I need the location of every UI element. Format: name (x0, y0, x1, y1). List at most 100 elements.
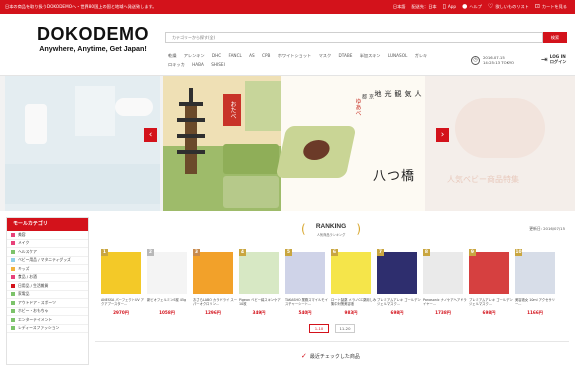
cart-icon: ⊡ (534, 3, 540, 10)
keyword-link[interactable]: AS (249, 51, 255, 60)
shipping-notice: 日本の商品を取り扱うDOKODEMOへ・世界80国上の国と地域へ発送致します。 (5, 4, 157, 9)
category-label: 家電品 (18, 291, 30, 297)
category-item[interactable]: メイク (7, 240, 88, 248)
keyword-link[interactable]: FANCL (229, 51, 242, 60)
product-image[interactable] (515, 252, 555, 294)
page-11-20-button[interactable]: 11-20 (335, 324, 355, 333)
ranking-product[interactable]: 2 新ビオフェルミンS錠 45g 1058円 (147, 247, 187, 317)
search-input[interactable] (172, 33, 292, 42)
category-item[interactable]: 食品 / お酒 (7, 274, 88, 282)
category-sidebar: モールカテゴリ 美容 メイクヘルスケア ベビー用品 / マタニティグッズ キッズ 食品 … (6, 217, 89, 365)
rank-badge: 9 (469, 249, 476, 256)
site-header: DOKODEMO Anywhere, Anytime, Get Japan! 検… (0, 14, 575, 76)
rank-badge: 10 (515, 249, 522, 256)
ranking-product-list: 1 ANESSA パーフェクトUV アクアブースター... 2970円 2 新ビオフェル… (95, 247, 569, 317)
site-logo[interactable]: DOKODEMO Anywhere, Anytime, Get Japan! (32, 24, 154, 54)
product-image[interactable] (423, 252, 463, 294)
login-button[interactable]: ⇥ LOG IN ログイン (541, 54, 566, 64)
product-image[interactable] (147, 252, 187, 294)
product-name[interactable]: Pigeon ベビー綿スキンケア 10枚 (239, 298, 285, 307)
ranking-product[interactable]: 5 TAKASHO 業務スマイルモイスチャーシート... 540円 (285, 247, 328, 317)
recently-viewed-heading: ✓ 最近チェックした商品 (301, 352, 360, 360)
help-icon: ● (462, 3, 468, 10)
popular-keywords: 乾燥 アレンキン DHC FANCL AS CPB ホワイトショット マスク D… (168, 51, 438, 69)
carousel-prev-button[interactable]: ‹ (144, 128, 157, 142)
keyword-link[interactable]: LUNASOL (388, 51, 407, 60)
category-item[interactable]: ヘルスケア (7, 248, 88, 257)
keyword-link[interactable]: DHC (212, 51, 221, 60)
ranking-product[interactable]: 3 おさらLABO カラドライ スーパーオクロリン... 1296円 (193, 247, 237, 317)
carousel-next-button[interactable]: › (436, 128, 449, 142)
keyword-link[interactable]: ホワイトショット (278, 51, 312, 60)
product-name[interactable]: プレミアムアレキ ゴールデンジェルマスク... (469, 298, 515, 307)
ranking-product[interactable]: 9 プレミアムアレキ ゴールデンジェルマスク... 698円 (469, 247, 513, 317)
ranking-product[interactable]: 7 プレミアムアレキ ゴールデンジェルマスク... 698円 (377, 247, 421, 317)
search-button[interactable]: 検索 (543, 32, 567, 43)
product-image[interactable] (377, 252, 417, 294)
keyword-link[interactable]: SHISEI (211, 60, 225, 69)
ranking-product[interactable]: 8 Panasonic ナノケアヘアドライヤー... 1738円 (423, 247, 467, 317)
category-item[interactable]: エンターテイメント (7, 316, 88, 325)
category-item[interactable]: 美容 (7, 231, 88, 240)
category-title: モールカテゴリ (7, 218, 88, 231)
prev-slide-preview[interactable] (5, 76, 160, 211)
product-image[interactable] (101, 252, 141, 294)
ranking-product[interactable]: 1 ANESSA パーフェクトUV アクアブースター... 2970円 (101, 247, 144, 317)
yatsuhashi-sweet (275, 126, 357, 178)
ranking-pager: 1-10 11-20 (309, 324, 355, 333)
divider (95, 341, 569, 342)
product-name[interactable]: おさらLABO カラドライ スーパーオクロリン... (193, 298, 239, 307)
pagoda-icon (177, 88, 205, 178)
cart-link[interactable]: ⊡ カートを見る (535, 0, 567, 14)
category-item[interactable]: レディースファッション (7, 325, 88, 333)
next-slide-preview[interactable]: 人気ベビー商品特集 (425, 76, 575, 211)
category-label: アウトドア・スポーツ (18, 299, 56, 305)
keyword-link[interactable]: ロキッカ (168, 60, 185, 69)
page: 日本の商品を取り扱うDOKODEMOへ・世界80国上の国と地域へ発送致します。 … (0, 0, 575, 365)
help-link[interactable]: ● ヘルプ (462, 0, 482, 14)
product-image[interactable] (469, 252, 509, 294)
product-name[interactable]: 新ビオフェルミンS錠 45g (147, 298, 193, 307)
ship-to-link[interactable]: 配送先：日本 (411, 0, 436, 14)
product-name[interactable]: ANESSA パーフェクトUV アクアブースター... (101, 298, 147, 307)
keyword-link[interactable]: DTABE (339, 51, 353, 60)
main-banner-slide[interactable]: おたべ ゆあべ 人気観光地 京都 八つ橋 (163, 76, 425, 211)
category-label: メイク (18, 240, 30, 246)
product-image[interactable] (285, 252, 325, 294)
product-name[interactable]: Panasonic ナノケアヘアドライヤー... (423, 298, 469, 307)
keyword-link[interactable]: HABA (192, 60, 204, 69)
category-item[interactable]: アウトドア・スポーツ (7, 299, 88, 308)
category-item[interactable]: 家電品 (7, 291, 88, 299)
category-color-icon (11, 326, 15, 331)
wishlist-link[interactable]: ♡ 欲しいものリスト (488, 0, 529, 14)
keyword-link[interactable]: マスク (319, 51, 332, 60)
product-image[interactable] (239, 252, 279, 294)
page-1-10-button[interactable]: 1-10 (309, 324, 329, 333)
category-item[interactable]: 日用品 / 生活雑貨 (7, 282, 88, 291)
language-link[interactable]: 日本語 (393, 0, 406, 14)
keyword-link[interactable]: ガレキ (415, 51, 428, 60)
app-link[interactable]: ▯ App (443, 0, 457, 14)
rank-badge: 7 (377, 249, 384, 256)
product-price: 540円 (298, 310, 312, 315)
product-name[interactable]: 美容液女 10ml アクセサリー... (515, 298, 561, 307)
product-image[interactable] (193, 252, 233, 294)
product-name[interactable]: TAKASHO 業務スマイルモイスチャーシート... (285, 298, 331, 307)
check-icon: ✓ (301, 352, 307, 360)
keyword-link[interactable]: 乾燥 (168, 51, 176, 60)
category-label: レディースファッション (18, 325, 60, 331)
keyword-link[interactable]: 半加スキン (360, 51, 381, 60)
product-name[interactable]: プレミアムアレキ ゴールデンジェルマスク... (377, 298, 423, 307)
category-item[interactable]: キッズ (7, 265, 88, 274)
ranking-product[interactable]: 4 Pigeon ベビー綿スキンケア 10枚 349円 (239, 247, 281, 317)
banner-seal: ゆあべ (354, 98, 361, 116)
product-image[interactable] (331, 252, 371, 294)
keyword-link[interactable]: アレンキン (184, 51, 205, 60)
category-item[interactable]: ベビー用品 / マタニティグッズ (7, 257, 88, 265)
ranking-product[interactable]: 10 美容液女 10ml アクセサリー... 1166円 (515, 247, 555, 317)
category-label: ホビー・おもちゃ (18, 308, 49, 314)
ranking-product[interactable]: 6 ロート製薬 メラノCC薬用しみ集中対策美容液 983円 (331, 247, 376, 317)
category-item[interactable]: ホビー・おもちゃ (7, 308, 88, 316)
keyword-link[interactable]: CPB (262, 51, 270, 60)
product-name[interactable]: ロート製薬 メラノCC薬用しみ集中対策美容液 (331, 298, 377, 307)
